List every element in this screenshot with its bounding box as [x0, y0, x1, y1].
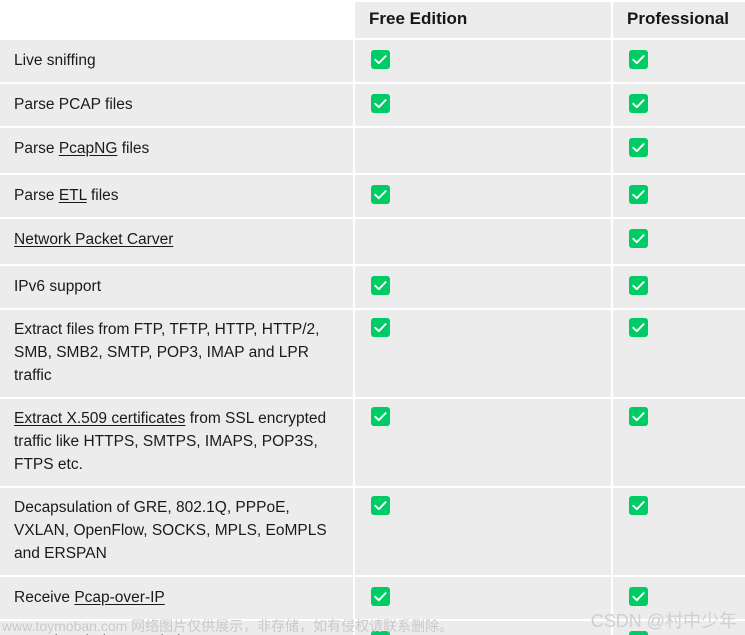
- table-row: Live sniffing: [0, 40, 745, 82]
- table-row: Runs in Windows and Linux: [0, 621, 745, 635]
- feature-link[interactable]: Pcap-over-IP: [74, 589, 164, 606]
- check-icon: [371, 318, 390, 337]
- professional-cell: [611, 488, 745, 575]
- table-body: Live sniffing Parse PCAP files Parse PcapN…: [0, 40, 745, 635]
- free-edition-cell: [353, 40, 611, 82]
- column-header-professional: Professional: [611, 2, 745, 38]
- check-icon: [371, 496, 390, 515]
- check-icon: [629, 407, 648, 426]
- professional-cell: [611, 621, 745, 635]
- professional-cell: [611, 310, 745, 397]
- professional-cell: [611, 40, 745, 82]
- professional-cell: [611, 128, 745, 173]
- feature-cell: Live sniffing: [0, 40, 353, 82]
- column-header-feature: [0, 2, 353, 38]
- professional-cell: [611, 219, 745, 264]
- check-icon: [371, 185, 390, 204]
- header-row: Free Edition Professional: [0, 2, 745, 38]
- professional-cell: [611, 399, 745, 486]
- check-icon: [629, 318, 648, 337]
- feature-cell: Network Packet Carver: [0, 219, 353, 264]
- professional-cell: [611, 175, 745, 217]
- table-row: IPv6 support: [0, 266, 745, 308]
- check-icon: [371, 587, 390, 606]
- table-row: Network Packet Carver: [0, 219, 745, 264]
- check-icon: [629, 631, 648, 635]
- feature-cell: Parse PCAP files: [0, 84, 353, 126]
- check-icon: [629, 276, 648, 295]
- feature-cell: Runs in Windows and Linux: [0, 621, 353, 635]
- free-edition-cell: [353, 175, 611, 217]
- free-edition-cell: [353, 219, 611, 264]
- table-row: Parse PCAP files: [0, 84, 745, 126]
- feature-cell: Decapsulation of GRE, 802.1Q, PPPoE, VXL…: [0, 488, 353, 575]
- free-edition-cell: [353, 577, 611, 619]
- table-row: Parse PcapNG files: [0, 128, 745, 173]
- feature-cell: Parse PcapNG files: [0, 128, 353, 173]
- table-header: Free Edition Professional: [0, 2, 745, 38]
- free-edition-cell: [353, 310, 611, 397]
- feature-link[interactable]: ETL: [59, 187, 87, 204]
- check-icon: [371, 276, 390, 295]
- feature-cell: IPv6 support: [0, 266, 353, 308]
- feature-link[interactable]: Network Packet Carver: [14, 231, 173, 248]
- table-row: Receive Pcap-over-IP: [0, 577, 745, 619]
- table-row: Extract files from FTP, TFTP, HTTP, HTTP…: [0, 310, 745, 397]
- table-row: Parse ETL files: [0, 175, 745, 217]
- feature-comparison-table: Free Edition Professional Live sniffing P…: [0, 0, 745, 635]
- column-header-free-edition: Free Edition: [353, 2, 611, 38]
- check-icon: [371, 631, 390, 635]
- feature-link[interactable]: Extract X.509 certificates: [14, 410, 185, 427]
- professional-cell: [611, 266, 745, 308]
- check-icon: [629, 94, 648, 113]
- check-icon: [371, 94, 390, 113]
- free-edition-cell: [353, 399, 611, 486]
- feature-cell: Parse ETL files: [0, 175, 353, 217]
- feature-cell: Receive Pcap-over-IP: [0, 577, 353, 619]
- no-check-placeholder: [371, 138, 390, 157]
- feature-cell: Extract files from FTP, TFTP, HTTP, HTTP…: [0, 310, 353, 397]
- feature-cell: Extract X.509 certificates from SSL encr…: [0, 399, 353, 486]
- check-icon: [629, 496, 648, 515]
- check-icon: [371, 50, 390, 69]
- professional-cell: [611, 84, 745, 126]
- free-edition-cell: [353, 488, 611, 575]
- check-icon: [629, 138, 648, 157]
- check-icon: [371, 407, 390, 426]
- check-icon: [629, 185, 648, 204]
- professional-cell: [611, 577, 745, 619]
- free-edition-cell: [353, 266, 611, 308]
- no-check-placeholder: [371, 229, 390, 248]
- check-icon: [629, 229, 648, 248]
- check-icon: [629, 587, 648, 606]
- free-edition-cell: [353, 128, 611, 173]
- feature-link[interactable]: PcapNG: [59, 140, 118, 157]
- page-root: Free Edition Professional Live sniffing P…: [0, 0, 745, 635]
- table-row: Extract X.509 certificates from SSL encr…: [0, 399, 745, 486]
- free-edition-cell: [353, 621, 611, 635]
- free-edition-cell: [353, 84, 611, 126]
- check-icon: [629, 50, 648, 69]
- table-row: Decapsulation of GRE, 802.1Q, PPPoE, VXL…: [0, 488, 745, 575]
